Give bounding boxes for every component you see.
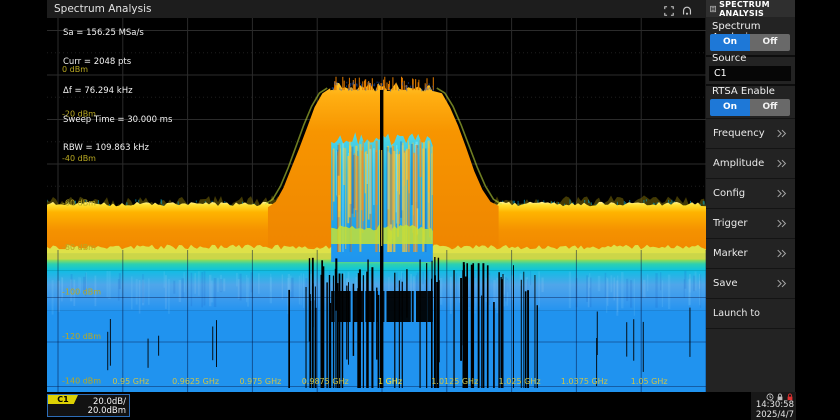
info-sweep-time: Sweep Time = 30.000 ms [63,116,172,126]
svg-text:0.975 GHz: 0.975 GHz [239,377,281,386]
panel-title: SPECTRUM ANALYSIS [719,0,795,18]
channel-name-tag: C1 [48,395,78,404]
menu-item-marker[interactable]: Marker [706,238,795,268]
svg-text:1.05 GHz: 1.05 GHz [631,377,668,386]
info-sample-rate: Sa = 156.25 MSa/s [63,29,172,39]
rtsa-on-button[interactable]: On [710,99,750,116]
svg-text:-120 dBm: -120 dBm [62,332,101,341]
panel-header[interactable]: SPECTRUM ANALYSIS [706,0,795,17]
submenu-arrow-icon [776,219,788,228]
menu-item-save[interactable]: Save [706,268,795,298]
status-cluster: 14:30:58 2025/4/7 [751,392,796,420]
spectrum-analysis-toggle: On Off [710,34,790,51]
acquisition-info: Sa = 156.25 MSa/s Curr = 2048 pts Δf = 7… [63,10,172,173]
svg-text:1.025 GHz: 1.025 GHz [499,377,541,386]
source-select[interactable]: C1 [709,66,791,81]
channel-c1-badge[interactable]: C1 20.0dB/ 20.0dBm [47,394,130,417]
spectrum-window: Spectrum Analysis 0 dBm-20 dBm-40 dBm-60… [47,0,706,392]
menu-item-config[interactable]: Config [706,178,795,208]
channel-offset: 20.0dBm [88,407,126,416]
submenu-arrow-icon [776,279,788,288]
status-date: 2025/4/7 [751,411,794,420]
spectrum-analysis-off-button[interactable]: Off [750,34,790,51]
spectrum-settings-panel: SPECTRUM ANALYSIS Spectrum Analysis On O… [706,0,795,392]
svg-text:0.9875 GHz: 0.9875 GHz [302,377,349,386]
panel-empty-area [706,328,795,392]
info-points: Curr = 2048 pts [63,58,172,68]
oscilloscope-screen: Spectrum Analysis 0 dBm-20 dBm-40 dBm-60… [0,0,840,420]
rtsa-enable-label: RTSA Enable [712,86,775,97]
svg-text:1 GHz: 1 GHz [378,377,402,386]
info-delta-f: Δf = 76.294 kHz [63,87,172,97]
svg-text:-140 dBm: -140 dBm [62,377,101,386]
rtsa-off-button[interactable]: Off [750,99,790,116]
svg-text:-60 dBm: -60 dBm [62,199,96,208]
menu-item-trigger[interactable]: Trigger [706,208,795,238]
svg-text:0.9625 GHz: 0.9625 GHz [172,377,219,386]
panel-menu-icon [710,5,716,13]
svg-text:1.0125 GHz: 1.0125 GHz [431,377,478,386]
expand-icon[interactable] [664,6,674,16]
svg-text:1.0375 GHz: 1.0375 GHz [561,377,608,386]
info-rbw: RBW = 109.863 kHz [63,144,172,154]
svg-text:0.95 GHz: 0.95 GHz [112,377,149,386]
source-label: Source [712,53,746,64]
submenu-arrow-icon [776,249,788,258]
svg-text:-80 dBm: -80 dBm [62,243,96,252]
pin-icon[interactable] [682,6,692,16]
submenu-arrow-icon [776,189,788,198]
spectrum-analysis-on-button[interactable]: On [710,34,750,51]
rtsa-enable-toggle: On Off [710,99,790,116]
launch-to-sigvsa-button[interactable]: Launch to SigVSA [706,298,795,328]
menu-item-amplitude[interactable]: Amplitude [706,148,795,178]
submenu-arrow-icon [776,159,788,168]
submenu-arrow-icon [776,129,788,138]
menu-item-frequency[interactable]: Frequency [706,118,795,148]
svg-text:-100 dBm: -100 dBm [62,288,101,297]
